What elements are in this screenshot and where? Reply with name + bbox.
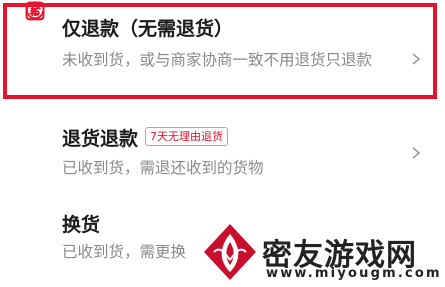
watermark-site-url: www.miyougm.com: [266, 266, 442, 281]
option-title: 仅退款（无需退货）: [62, 18, 234, 40]
refund-type-panel: 仅退款（无需退货） 未收到货，或与商家协商一致不用退货只退款 退货退款 7天无理…: [0, 0, 445, 287]
option-title: 退货退款: [62, 128, 139, 150]
option-title: 换货: [62, 214, 101, 236]
option-description: 未收到货，或与商家协商一致不用退货只退款: [62, 51, 373, 69]
exchange-icon: [25, 1, 45, 21]
chevron-right-icon: [412, 53, 421, 65]
option-description: 已收到货，需退还收到的货物: [62, 159, 264, 177]
chevron-right-icon: [412, 147, 421, 159]
seven-day-return-badge: 7天无理由退货: [145, 127, 228, 146]
